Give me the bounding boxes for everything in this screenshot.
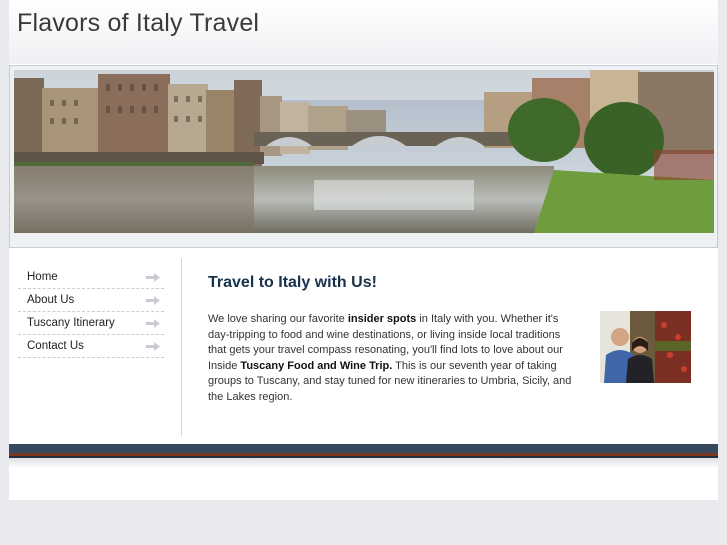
footer-band-fade: [9, 458, 718, 468]
insider-spots-highlight: insider spots: [347, 313, 417, 325]
arrow-right-icon: [146, 319, 160, 328]
content-divider: [181, 258, 182, 436]
page: Flavors of Italy Travel Home About Us Tu…: [9, 0, 718, 500]
footer-band-dark: [9, 444, 718, 453]
intro-text-1: We love sharing our favorite: [208, 313, 348, 325]
tuscany-trip-highlight: Tuscany Food and Wine Trip.: [240, 359, 393, 372]
nav-item-label: Contact Us: [27, 340, 84, 352]
couple-photo: [600, 311, 691, 383]
page-heading: Travel to Italy with Us!: [208, 274, 377, 291]
intro-paragraph: We love sharing our favorite insider spo…: [208, 312, 580, 406]
nav-item-contact-us[interactable]: Contact Us: [18, 335, 164, 358]
nav-item-home[interactable]: Home: [18, 266, 164, 289]
arrow-right-icon: [146, 296, 160, 305]
nav-item-about-us[interactable]: About Us: [18, 289, 164, 312]
arrow-right-icon: [146, 342, 160, 351]
arrow-right-icon: [146, 273, 160, 282]
site-title[interactable]: Flavors of Italy Travel: [17, 9, 259, 38]
nav-item-tuscany-itinerary[interactable]: Tuscany Itinerary: [18, 312, 164, 335]
site-header: Flavors of Italy Travel: [9, 0, 718, 64]
florence-river-photo: [14, 70, 714, 233]
banner: [9, 65, 718, 248]
sidebar-nav: Home About Us Tuscany Itinerary Contact …: [18, 266, 164, 358]
nav-item-label: About Us: [27, 294, 75, 306]
footer-band: [9, 444, 718, 468]
nav-item-label: Tuscany Itinerary: [27, 317, 115, 329]
nav-item-label: Home: [27, 271, 58, 283]
